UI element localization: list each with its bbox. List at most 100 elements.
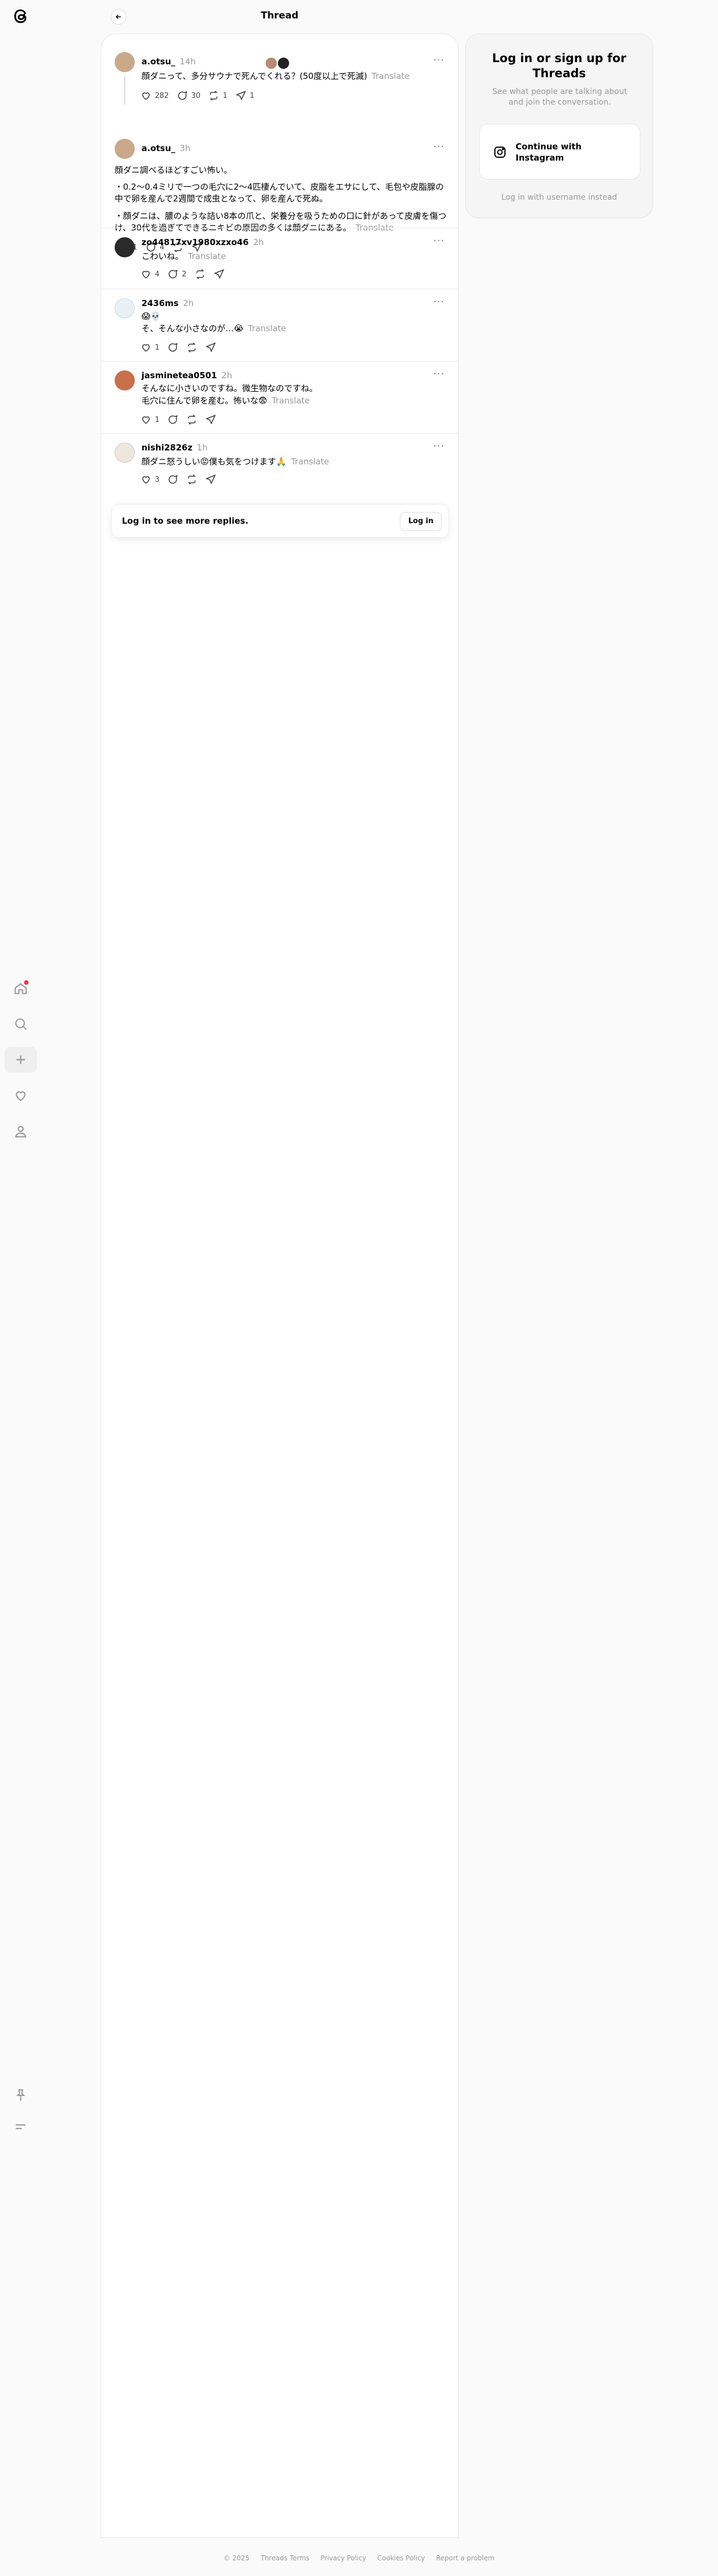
comment-icon: [168, 475, 178, 484]
like-button[interactable]: 282: [140, 90, 169, 101]
nav-home[interactable]: [4, 976, 37, 1002]
more-options-icon[interactable]: ···: [433, 368, 445, 380]
nav-activity[interactable]: [4, 1083, 37, 1108]
reply-post[interactable]: zo44817xv1980xzxo46 2h ··· こわいね。 Translate…: [101, 228, 459, 289]
repost-button[interactable]: [195, 269, 206, 280]
username[interactable]: a.otsu_: [141, 143, 175, 153]
username-login-link[interactable]: Log in with username instead: [466, 193, 653, 202]
login-prompt: Log in to see more replies. Log in: [111, 504, 449, 538]
thread-connector: [124, 77, 125, 105]
share-icon: [235, 91, 246, 101]
like-button[interactable]: 1: [140, 342, 159, 353]
share-button[interactable]: [205, 474, 216, 485]
nav-create[interactable]: [4, 1047, 37, 1073]
repost-icon: [210, 91, 218, 101]
more-options-icon[interactable]: ···: [433, 235, 445, 247]
avatar[interactable]: [115, 52, 135, 72]
repost-button[interactable]: [186, 342, 197, 353]
nav-pin[interactable]: [4, 2083, 37, 2108]
cookies-link[interactable]: Cookies Policy: [377, 2554, 425, 2562]
timestamp[interactable]: 2h: [253, 237, 264, 247]
more-options-icon[interactable]: ···: [433, 141, 445, 153]
avatar[interactable]: [115, 443, 135, 463]
nav-menu[interactable]: [4, 2114, 37, 2140]
more-options-icon[interactable]: ···: [433, 440, 445, 452]
share-icon: [205, 415, 216, 425]
login-title: Log in or sign up for Threads: [492, 51, 626, 80]
post-header: zo44817xv1980xzxo46 2h: [141, 237, 264, 247]
share-button[interactable]: [205, 342, 216, 353]
repost-button[interactable]: [186, 414, 197, 425]
footer: © 2025 Threads Terms Privacy Policy Cook…: [0, 2554, 718, 2562]
username[interactable]: nishi2826z: [141, 443, 192, 453]
repost-count: 1: [223, 91, 228, 100]
reply-post[interactable]: 2436ms 2h ··· 😱💀 そ、そんな小さなのが…😭 Translate 1: [101, 289, 459, 361]
share-button[interactable]: [214, 269, 225, 280]
avatar[interactable]: [115, 139, 135, 159]
repost-icon: [188, 415, 196, 425]
heart-icon: [142, 416, 150, 424]
reply-button[interactable]: 2: [167, 269, 187, 280]
search-icon: [15, 1018, 27, 1030]
threads-logo-icon[interactable]: [11, 7, 30, 26]
reply-post[interactable]: jasminetea0501 2h ··· そんなに小さいのですね。微生物なのです…: [101, 361, 459, 433]
reply-button[interactable]: [167, 342, 178, 353]
timestamp[interactable]: 1h: [197, 443, 207, 453]
share-icon: [214, 269, 224, 279]
login-button[interactable]: Log in: [400, 512, 442, 531]
post-header: 2436ms 2h: [141, 298, 193, 308]
privacy-link[interactable]: Privacy Policy: [320, 2554, 366, 2562]
nav-search[interactable]: [4, 1011, 37, 1037]
overlay-avatar: [277, 57, 290, 70]
repost-icon: [188, 342, 196, 352]
post-body: 顔ダニって、多分サウナで死んでくれる？(50度以上で死滅): [141, 71, 367, 81]
comment-icon: [178, 91, 187, 100]
avatar[interactable]: [115, 370, 135, 391]
share-button[interactable]: 1: [235, 90, 254, 101]
username[interactable]: a.otsu_: [141, 57, 175, 67]
share-button[interactable]: [205, 414, 216, 425]
timestamp[interactable]: 2h: [221, 370, 232, 380]
continue-instagram-button[interactable]: Continue with Instagram: [479, 124, 640, 180]
reply-count: 2: [182, 270, 187, 279]
avatar[interactable]: [115, 237, 135, 257]
post-actions: 282 30 1 1: [140, 90, 254, 101]
post-actions: 3: [140, 474, 216, 485]
username[interactable]: jasminetea0501: [141, 370, 217, 380]
parent-post[interactable]: a.otsu_ 14h ··· 顔ダニって、多分サウナで死んでくれる？(50度以上…: [101, 44, 459, 111]
report-link[interactable]: Report a problem: [436, 2554, 494, 2562]
nav-profile[interactable]: [4, 1118, 37, 1144]
translate-link[interactable]: Translate: [272, 396, 310, 406]
reply-button[interactable]: [167, 474, 178, 485]
repost-button[interactable]: 1: [208, 90, 228, 101]
reply-button[interactable]: [167, 414, 178, 425]
terms-link[interactable]: Threads Terms: [261, 2554, 309, 2562]
reply-button[interactable]: 30: [177, 90, 200, 101]
like-button[interactable]: 4: [140, 269, 159, 280]
repost-button[interactable]: [186, 474, 197, 485]
copyright: © 2025: [223, 2554, 250, 2562]
post-text: 顔ダニって、多分サウナで死んでくれる？(50度以上で死滅) Translate: [141, 70, 443, 82]
like-button[interactable]: 1: [140, 414, 159, 425]
login-subtitle: See what people are talking about and jo…: [492, 87, 627, 107]
like-count: 3: [155, 475, 160, 484]
heart-icon: [142, 271, 150, 279]
heart-icon: [142, 476, 150, 484]
reply-post[interactable]: nishi2826z 1h ··· 顔ダニ怒うしい😡僕も気をつけます🙏 Transl…: [101, 434, 459, 494]
heart-icon: [16, 1091, 26, 1101]
more-options-icon[interactable]: ···: [433, 54, 445, 66]
timestamp[interactable]: 2h: [183, 298, 193, 308]
more-options-icon[interactable]: ···: [433, 296, 445, 308]
comment-icon: [168, 343, 178, 352]
username[interactable]: zo44817xv1980xzxo46: [141, 237, 249, 247]
username[interactable]: 2436ms: [141, 298, 178, 308]
timestamp[interactable]: 3h: [180, 143, 190, 153]
instagram-icon: [494, 147, 506, 158]
translate-link[interactable]: Translate: [291, 457, 329, 467]
translate-link[interactable]: Translate: [248, 323, 286, 333]
like-button[interactable]: 3: [140, 474, 159, 485]
translate-link[interactable]: Translate: [188, 251, 226, 261]
avatar[interactable]: [115, 298, 135, 318]
timestamp[interactable]: 14h: [180, 57, 196, 67]
translate-link[interactable]: Translate: [372, 71, 410, 81]
